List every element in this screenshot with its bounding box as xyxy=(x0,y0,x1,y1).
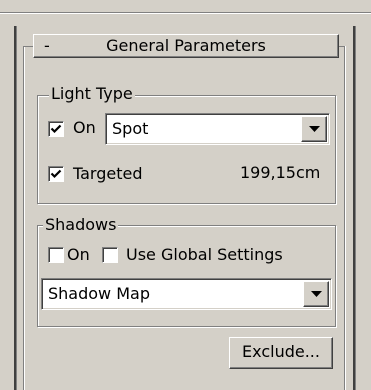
command-panel-frame-right-shadow xyxy=(355,26,356,390)
shadows-group-label: Shadows xyxy=(43,215,119,234)
shadows-group xyxy=(37,225,336,327)
shadow-type-value: Shadow Map xyxy=(48,284,150,303)
check-icon xyxy=(50,124,62,134)
light-type-value: Spot xyxy=(112,119,149,138)
light-type-group xyxy=(37,95,336,204)
use-global-settings-label: Use Global Settings xyxy=(126,245,283,264)
rollout-title: General Parameters xyxy=(106,36,266,55)
targeted-label: Targeted xyxy=(73,164,143,183)
top-separator xyxy=(0,0,371,18)
shadows-on-checkbox[interactable] xyxy=(48,247,64,263)
use-global-settings-checkbox[interactable] xyxy=(102,247,118,263)
exclude-button[interactable]: Exclude... xyxy=(229,337,333,369)
chevron-down-icon xyxy=(311,291,322,297)
rollout-border-top-right xyxy=(339,46,345,47)
target-distance-value: 199,15cm xyxy=(240,163,321,182)
check-icon xyxy=(50,169,62,179)
command-panel-frame-left-shadow xyxy=(16,26,17,390)
light-on-label: On xyxy=(73,118,96,137)
general-parameters-rollout-header[interactable]: - General Parameters xyxy=(33,34,339,58)
light-on-checkbox[interactable] xyxy=(48,121,64,137)
shadow-type-dropdown[interactable]: Shadow Map xyxy=(41,278,332,310)
light-type-dropdown[interactable]: Spot xyxy=(105,113,330,145)
shadow-type-dropdown-button[interactable] xyxy=(303,281,329,307)
chevron-down-icon xyxy=(309,126,320,132)
shadows-on-label: On xyxy=(67,245,90,264)
light-type-group-label: Light Type xyxy=(49,84,135,103)
light-type-dropdown-button[interactable] xyxy=(301,116,327,142)
rollout-border-right-highlight xyxy=(345,46,346,390)
rollout-border-left-highlight xyxy=(24,46,25,390)
targeted-checkbox[interactable] xyxy=(48,166,64,182)
rollout-border-top-left xyxy=(24,46,33,47)
